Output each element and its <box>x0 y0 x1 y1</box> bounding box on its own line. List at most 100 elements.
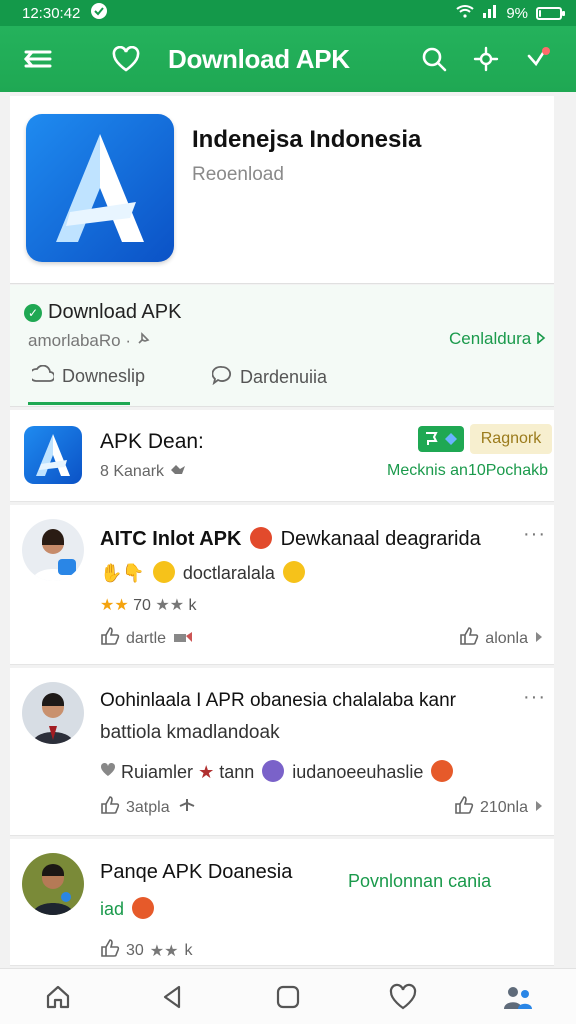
battery-percent: 9% <box>506 4 528 22</box>
apk-title: APK Dean: <box>100 430 204 453</box>
list-item: Oohinlaala I APR obanesia chalalaba kanr… <box>10 668 554 836</box>
post-rating: 30 ★★ k <box>100 939 192 962</box>
more-options-icon[interactable]: ··· <box>523 523 546 546</box>
like-action[interactable]: dartle <box>100 627 194 650</box>
battery-level <box>539 9 541 17</box>
favorite-button[interactable] <box>106 39 146 79</box>
post-title: AITC Inlot APK <box>100 528 242 550</box>
battery-icon <box>536 6 565 20</box>
list-item: Panqe APK Doanesia Povnlonnan cania iad … <box>10 839 554 966</box>
store-badge <box>418 426 464 452</box>
fire-emoji-icon <box>250 527 273 549</box>
post-line-2-text: doctlaralala <box>182 563 275 583</box>
tag-icon <box>172 628 194 649</box>
reply-label: alonla <box>485 629 528 647</box>
download-meta: amorlabaRo · <box>28 331 150 351</box>
status-time: 12:30:42 <box>22 4 81 22</box>
apk-item[interactable]: APK Dean: 8 Kanark Ragnork Mecknis an10P… <box>10 410 554 502</box>
post-line-3c: iudanoeeuhaslie <box>292 762 424 782</box>
reply-label: 210nla <box>479 798 528 816</box>
apk-logo <box>24 426 82 484</box>
post-rating: ★★ 70 ★★ k <box>100 595 197 615</box>
grin-emoji-icon <box>282 561 305 583</box>
more-options-button[interactable] <box>518 39 558 79</box>
chevron-right-icon <box>534 630 544 648</box>
hands-emoji-icon: ✋👇 <box>100 563 145 583</box>
comment-icon <box>211 365 232 390</box>
chevron-right-icon <box>534 799 544 817</box>
rating-suffix: k <box>184 941 193 959</box>
thumbs-up-icon <box>100 796 120 819</box>
download-link-label: Cenlaldura <box>449 329 532 348</box>
like-label: 3atpla <box>126 798 170 816</box>
app-bar: Download APK <box>0 26 576 92</box>
page-title: Download APK <box>168 43 350 74</box>
post-line-2-text: iad <box>100 899 125 919</box>
profile-button[interactable] <box>496 975 540 1019</box>
thumbs-up-icon <box>100 939 120 962</box>
tab-comments-label: Dardenuiia <box>240 367 328 387</box>
post-line-3a: Ruiamler <box>121 762 194 782</box>
reply-action[interactable]: alonla <box>459 627 544 650</box>
active-tab-indicator <box>28 402 130 405</box>
download-tab-icon <box>29 364 56 388</box>
favorites-button[interactable] <box>381 975 425 1019</box>
download-title: Download APK <box>48 301 182 323</box>
tab-comments[interactable]: Dardenuiia <box>211 365 328 390</box>
app-header-card: Indenejsa Indonesia Reoenload <box>10 96 554 284</box>
like-action[interactable]: 3atpla <box>100 796 198 819</box>
heart-icon <box>100 762 121 782</box>
grey-star-icons: ★★ <box>149 942 179 960</box>
plane-icon <box>176 797 198 818</box>
share-button[interactable] <box>466 39 506 79</box>
apk-meta: 8 Kanark <box>100 462 187 481</box>
status-bar: 12:30:42 9% <box>0 0 576 26</box>
download-link[interactable]: Cenlaldura <box>449 329 546 349</box>
verified-icon: ✓ <box>24 303 42 322</box>
more-options-icon[interactable]: ··· <box>523 686 546 709</box>
chevron-right-icon <box>536 329 546 348</box>
post-line-2: battiola kmadlandoak <box>100 722 280 743</box>
like-label: dartle <box>126 629 167 647</box>
smile-emoji-icon <box>152 561 175 583</box>
app-name: Indenejsa Indonesia <box>192 126 422 153</box>
post-line-2: iad <box>100 897 157 920</box>
tomato-emoji-icon <box>132 897 155 919</box>
rating-value: 30 <box>126 941 144 959</box>
post-line-2: ✋👇 doctlaralala <box>100 561 308 584</box>
post-title: Panqe APK Doanesia <box>100 861 293 883</box>
menu-button[interactable] <box>18 39 58 79</box>
tag-badge: Ragnork <box>470 424 552 454</box>
hand-icon <box>169 463 187 480</box>
recents-button[interactable] <box>266 975 310 1019</box>
wifi-icon <box>456 4 474 22</box>
app-subtitle: Reoenload <box>192 164 284 185</box>
list-item: AITC Inlot APK Dewkanaal deagrarida ··· … <box>10 505 554 665</box>
thumbs-up-icon <box>454 796 474 819</box>
post-title-tail: Dewkanaal deagrarida <box>280 528 481 550</box>
tab-downloads[interactable]: Downeslip <box>29 364 145 388</box>
search-button[interactable] <box>414 39 454 79</box>
grey-star-icons: ★★ <box>155 597 185 614</box>
download-heading: ✓ Download APK <box>24 301 181 324</box>
post-title-line: AITC Inlot APK Dewkanaal deagrarida <box>100 527 481 551</box>
home-button[interactable] <box>36 975 80 1019</box>
app-logo <box>26 114 174 262</box>
post-line-1: Oohinlaala I APR obanesia chalalaba kanr <box>100 690 456 711</box>
avatar <box>22 519 84 581</box>
bottom-navigation <box>0 968 576 1024</box>
post-link[interactable]: Povnlonnan cania <box>348 871 491 892</box>
apk-note: Mecknis an10Pochakb <box>387 462 548 479</box>
reply-action[interactable]: 210nla <box>454 796 544 819</box>
star-icon: ★ <box>198 762 215 782</box>
avatar <box>22 682 84 744</box>
back-button[interactable] <box>151 975 195 1019</box>
devil-emoji-icon <box>262 760 285 782</box>
apk-meta-text: 8 Kanark <box>100 463 165 480</box>
post-line-3: Ruiamler ★ tann iudanoeeuhaslie <box>100 760 456 783</box>
post-line-3b: tann <box>219 762 255 782</box>
avatar <box>22 853 84 915</box>
thumbs-up-icon <box>100 627 120 650</box>
rating-value: 70 <box>133 597 151 614</box>
star-icons: ★★ <box>100 597 129 614</box>
